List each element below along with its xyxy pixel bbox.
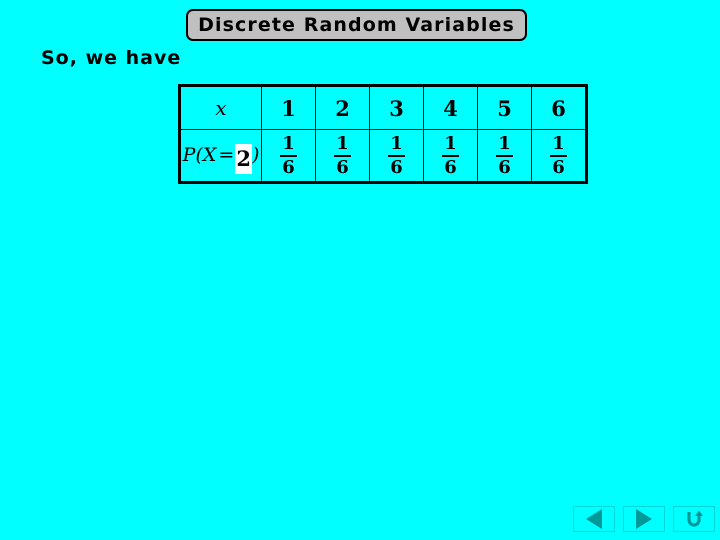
fraction-numerator: 1 [390, 132, 403, 154]
table-cell-probability-header: P(X = 2) [179, 129, 262, 183]
table-cell-outcome-4: 4 [423, 85, 478, 130]
table-cell-outcome-6: 6 [531, 85, 587, 130]
probability-expression: P(X = 2) [182, 143, 260, 174]
table-cell-outcome-5: 5 [477, 85, 532, 130]
triangle-right-icon [636, 509, 652, 529]
probability-distribution-table: x 1 2 3 4 5 6 P(X = 2) 1 6 1 6 1 6 1 6 1… [178, 84, 588, 184]
fraction-numerator: 1 [282, 132, 295, 154]
table-cell-probability-6: 1 6 [531, 129, 587, 183]
fraction: 1 6 [334, 132, 351, 178]
fraction-numerator: 1 [552, 132, 565, 154]
triangle-left-icon [586, 509, 602, 529]
random-variable-symbol: X [202, 144, 217, 166]
fraction-numerator: 1 [444, 132, 457, 154]
outcome-value: 4 [443, 95, 458, 121]
close-paren: ) [251, 144, 260, 166]
fraction: 1 6 [280, 132, 297, 178]
table-row: P(X = 2) 1 6 1 6 1 6 1 6 1 6 1 6 [179, 129, 587, 183]
table-cell-probability-1: 1 6 [261, 129, 316, 183]
fraction-numerator: 1 [336, 132, 349, 154]
table-cell-probability-2: 1 6 [315, 129, 370, 183]
fraction-denominator: 6 [336, 157, 349, 178]
table-cell-outcome-3: 3 [369, 85, 424, 130]
outcome-value: 2 [335, 95, 350, 121]
fraction-denominator: 6 [282, 157, 295, 178]
fraction-denominator: 6 [552, 157, 565, 178]
probability-function-symbol: P [182, 144, 196, 166]
outcome-value: 3 [389, 95, 404, 121]
table-row: x 1 2 3 4 5 6 [179, 85, 587, 130]
table-cell-probability-5: 1 6 [477, 129, 532, 183]
return-slide-button[interactable] [673, 506, 715, 532]
open-paren: ( [195, 144, 203, 166]
table-cell-probability-4: 1 6 [423, 129, 478, 183]
fraction: 1 6 [388, 132, 405, 178]
slide-title-banner: Discrete Random Variables [186, 9, 527, 41]
variable-symbol: x [215, 96, 227, 120]
outcome-value: 5 [497, 95, 512, 121]
highlighted-value-chip: 2 [235, 143, 252, 174]
table-cell-probability-3: 1 6 [369, 129, 424, 183]
next-slide-button[interactable] [623, 506, 665, 532]
fraction: 1 6 [496, 132, 513, 178]
equals-sign: = [218, 144, 235, 166]
fraction: 1 6 [550, 132, 567, 178]
fraction-denominator: 6 [498, 157, 511, 178]
outcome-value: 6 [551, 95, 566, 121]
fraction-denominator: 6 [444, 157, 457, 178]
outcome-value: 1 [281, 95, 296, 121]
table-cell-variable-header: x [179, 85, 262, 130]
u-turn-arrow-icon [684, 509, 704, 529]
fraction: 1 6 [442, 132, 459, 178]
table-cell-outcome-2: 2 [315, 85, 370, 130]
fraction-denominator: 6 [390, 157, 403, 178]
page-title: Discrete Random Variables [198, 14, 515, 36]
previous-slide-button[interactable] [573, 506, 615, 532]
table-cell-outcome-1: 1 [261, 85, 316, 130]
fraction-numerator: 1 [498, 132, 511, 154]
lead-in-text: So, we have [41, 47, 182, 69]
slide-navigation-bar [573, 506, 715, 532]
